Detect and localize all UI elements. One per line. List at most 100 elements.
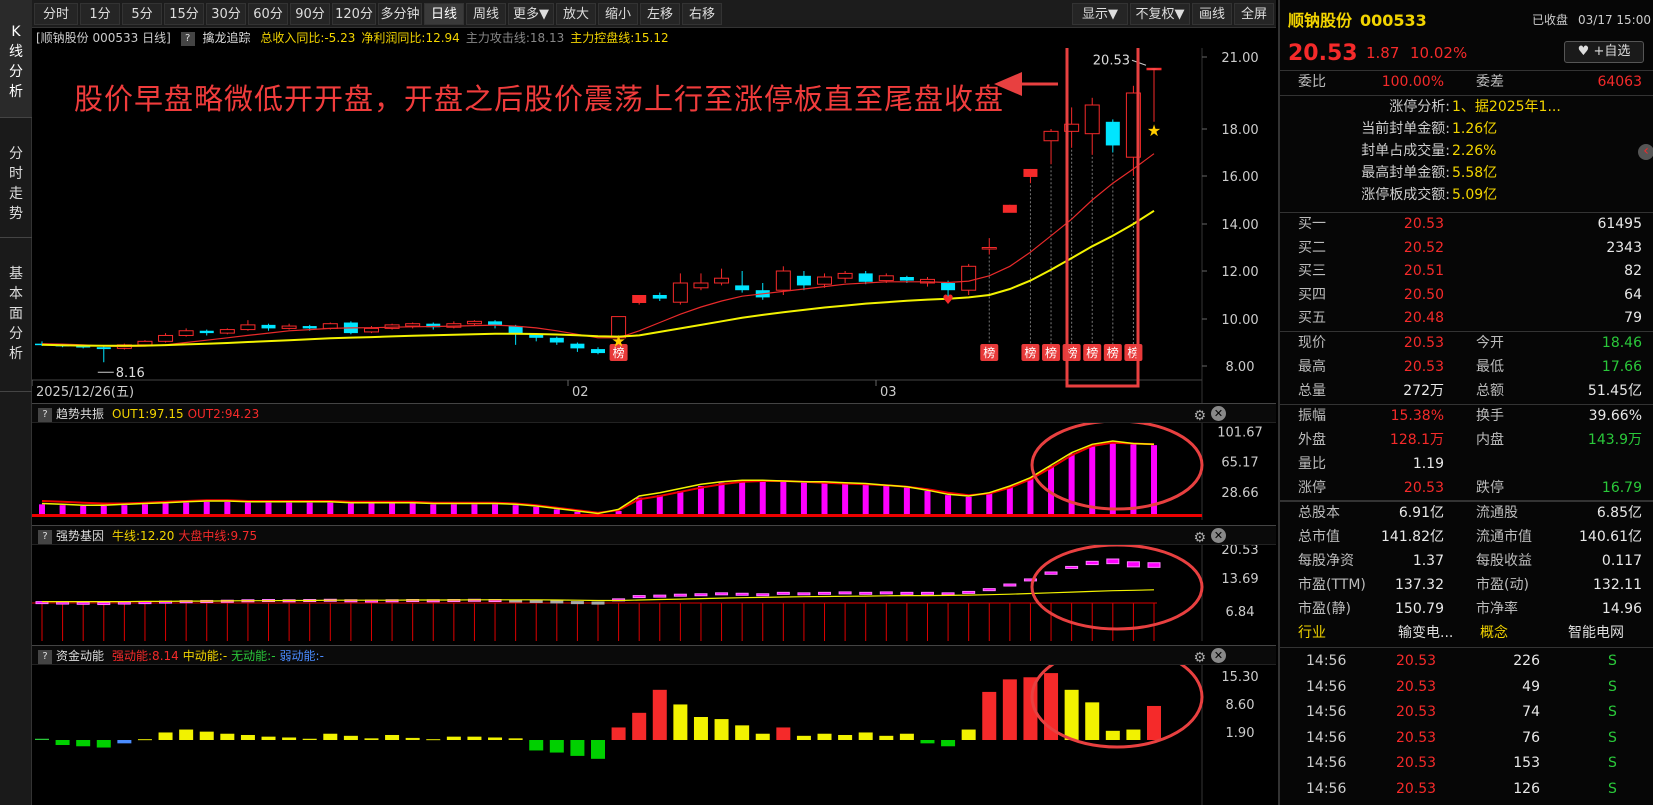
toolbar-right-btn-2[interactable]: 画线 <box>1192 3 1232 25</box>
sidebar-tab-3[interactable]: 基本面分析 <box>0 238 32 392</box>
collapse-arrow-icon[interactable]: ‹ <box>1638 144 1653 160</box>
panel-title: 资金动能 <box>56 649 105 663</box>
tick-time: 14:56 <box>1306 653 1347 669</box>
money-bar <box>920 740 935 744</box>
candle-body <box>1105 121 1120 146</box>
stat-label: 市盈(静) <box>1298 601 1351 617</box>
weicha-value: 64063 <box>1597 74 1642 90</box>
toolbar-btn-5[interactable]: 60分 <box>248 3 288 25</box>
toolbar-btn-15[interactable]: 右移 <box>682 3 722 25</box>
toolbar-btn-4[interactable]: 30分 <box>206 3 246 25</box>
candle <box>1002 204 1017 213</box>
trend-bar <box>759 481 766 516</box>
watch-button[interactable]: ♥ +自选 <box>1564 41 1644 63</box>
sidebar-tab-1[interactable]: K线分析 <box>0 0 32 118</box>
gene-box <box>97 602 111 606</box>
stat-label: 市盈(动) <box>1476 577 1529 593</box>
tick-price: 20.53 <box>1396 729 1437 746</box>
trend-bar <box>862 484 869 516</box>
gene-box <box>591 601 605 605</box>
toolbar-btn-14[interactable]: 左移 <box>640 3 680 25</box>
money-momentum-chart[interactable]: 15.30 8.60 1.90 <box>32 665 1276 805</box>
money-bar <box>508 738 523 740</box>
gene-box <box>818 591 832 595</box>
money-bar <box>179 729 194 740</box>
bang-text: 榜 <box>1024 345 1036 360</box>
stat-label: 内盘 <box>1476 432 1504 448</box>
toolbar-btn-0[interactable]: 分时 <box>34 3 78 25</box>
quote-title: 顺钠股份 000533 已收盘 03/17 15:00 <box>1280 9 1653 32</box>
toolbar-btn-3[interactable]: 15分 <box>164 3 204 25</box>
sidebar-tab-2[interactable]: 分时走势 <box>0 118 32 238</box>
money-bar <box>385 734 400 740</box>
sidebar-tab-char: 分 <box>9 326 23 342</box>
highlight-ellipse <box>1030 423 1204 511</box>
bang-text: 榜 <box>1086 345 1098 360</box>
industry-label[interactable]: 行业 <box>1298 622 1326 645</box>
concept-label[interactable]: 概念 <box>1480 622 1508 645</box>
close-icon[interactable]: ✕ <box>1211 406 1226 421</box>
help-icon[interactable]: ? <box>180 31 195 46</box>
close-icon[interactable]: ✕ <box>1211 528 1226 543</box>
trend-resonance-chart[interactable]: 101.67 65.17 28.66 <box>32 423 1276 520</box>
gene-box <box>797 592 811 596</box>
toolbar-btn-10[interactable]: 周线 <box>466 3 506 25</box>
help-icon: ? <box>38 529 52 544</box>
toolbar-right-btn-1[interactable]: 不复权▼ <box>1130 3 1190 25</box>
stat-label: 最高 <box>1298 359 1326 375</box>
toolbar-btn-11[interactable]: 更多▼ <box>508 3 554 25</box>
indicator-name[interactable]: 擒龙追踪 <box>202 31 250 45</box>
stat-value: 137.32 <box>1395 577 1444 593</box>
candle-body <box>693 282 709 289</box>
last-price: 20.53 <box>1288 41 1358 66</box>
stat-label: 现价 <box>1298 335 1326 351</box>
strong-gene-chart[interactable]: 20.53 13.69 6.84 <box>32 545 1276 641</box>
sidebar-tab-char: 析 <box>9 84 23 100</box>
stat-row-1: 最高 20.53 最低 17.66 <box>1280 356 1653 379</box>
bid-label: 买三 <box>1298 263 1326 279</box>
price-pct: 10.02% <box>1410 44 1468 62</box>
stat-label: 今开 <box>1476 335 1504 351</box>
close-icon[interactable]: ✕ <box>1211 648 1226 663</box>
toolbar-btn-1[interactable]: 1分 <box>80 3 120 25</box>
panel-value-1: 大盘中线:9.75 <box>178 529 258 543</box>
bid-label: 买四 <box>1298 286 1326 303</box>
star-icon: ★ <box>611 332 625 351</box>
panel-value-1: OUT2:94.23 <box>187 407 260 421</box>
toolbar-right-btn-3[interactable]: 全屏 <box>1234 3 1274 25</box>
toolbar-btn-9[interactable]: 日线 <box>424 3 464 25</box>
bid-row-2: 买三 20.51 82 <box>1280 260 1653 283</box>
candle-body <box>1023 168 1038 177</box>
toolbar-btn-8[interactable]: 多分钟 <box>378 3 422 25</box>
tick-row-1: 14:56 20.53 49 S <box>1280 676 1653 699</box>
industry-value[interactable]: 输变电... <box>1398 622 1453 645</box>
candle-body <box>302 326 317 329</box>
limit-label: 封单占成交量: <box>1361 143 1450 159</box>
star-icon: ★ <box>1147 121 1161 140</box>
panel-title: 强势基因 <box>56 529 105 543</box>
y-tick-label: 15.30 <box>1221 670 1258 685</box>
y-tick-label: 21.00 <box>1221 51 1258 66</box>
money-bar <box>117 740 132 744</box>
stat-value: 150.79 <box>1395 601 1444 617</box>
candle-body <box>466 320 482 325</box>
x-tick-label: 03 <box>880 385 897 400</box>
trend-bar <box>1130 444 1137 516</box>
concept-value[interactable]: 智能电网 <box>1568 622 1624 645</box>
stat-row-5: 量比 1.19 <box>1280 453 1653 476</box>
toolbar-btn-7[interactable]: 120分 <box>332 3 376 25</box>
toolbar-btn-2[interactable]: 5分 <box>122 3 162 25</box>
sidebar-tab-char: 分 <box>9 146 23 162</box>
toolbar-right-btn-0[interactable]: 显示▼ <box>1072 3 1128 25</box>
y-tick-label: 16.00 <box>1221 170 1258 185</box>
stat-value: 16.79 <box>1601 480 1642 496</box>
money-bar <box>652 689 667 740</box>
toolbar-btn-12[interactable]: 放大 <box>556 3 596 25</box>
stat-value: 39.66% <box>1588 408 1642 424</box>
toolbar-btn-6[interactable]: 90分 <box>290 3 330 25</box>
trend-bar <box>965 496 972 516</box>
money-bar <box>96 740 111 748</box>
y-tick-label: 13.69 <box>1221 572 1258 587</box>
bang-badge: 榜 <box>1103 344 1122 361</box>
toolbar-btn-13[interactable]: 缩小 <box>598 3 638 25</box>
